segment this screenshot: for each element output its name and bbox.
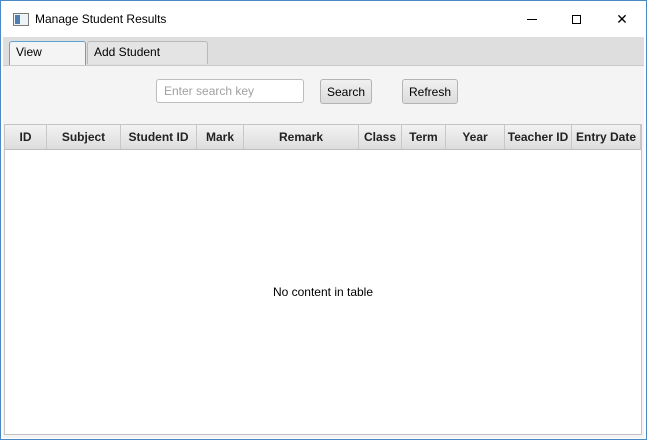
column-header-student-id[interactable]: Student ID <box>121 125 197 149</box>
column-header-mark[interactable]: Mark <box>197 125 244 149</box>
tab-add-student-results[interactable]: Add Student Results <box>87 41 208 80</box>
column-header-class[interactable]: Class <box>359 125 402 149</box>
maximize-icon <box>571 14 581 24</box>
column-header-term[interactable]: Term <box>402 125 446 149</box>
java-app-icon <box>13 13 29 26</box>
title-bar[interactable]: Manage Student Results ✕ <box>1 1 646 37</box>
minimize-icon <box>527 18 537 20</box>
tab-bar: View Results Add Student Results <box>3 37 644 80</box>
column-header-teacher-id[interactable]: Teacher ID <box>505 125 572 149</box>
column-header-entry-date[interactable]: Entry Date <box>572 125 641 149</box>
column-header-year[interactable]: Year <box>446 125 505 149</box>
results-table[interactable]: ID Subject Student ID Mark Remark Class … <box>4 124 642 435</box>
column-header-remark[interactable]: Remark <box>244 125 359 149</box>
table-header: ID Subject Student ID Mark Remark Class … <box>5 125 641 150</box>
tab-view-results[interactable]: View Results <box>9 41 86 80</box>
refresh-button[interactable]: Refresh <box>402 79 458 104</box>
search-input[interactable] <box>156 79 304 103</box>
empty-table-placeholder: No content in table <box>272 285 374 299</box>
minimize-button[interactable] <box>509 1 555 37</box>
close-button[interactable]: ✕ <box>599 1 645 37</box>
search-button[interactable]: Search <box>320 79 372 104</box>
window-title: Manage Student Results <box>35 12 167 26</box>
column-header-subject[interactable]: Subject <box>47 125 121 149</box>
maximize-button[interactable] <box>553 1 599 37</box>
app-window: Manage Student Results ✕ View Results Ad… <box>0 0 647 440</box>
column-header-id[interactable]: ID <box>5 125 47 149</box>
close-icon: ✕ <box>616 10 628 27</box>
